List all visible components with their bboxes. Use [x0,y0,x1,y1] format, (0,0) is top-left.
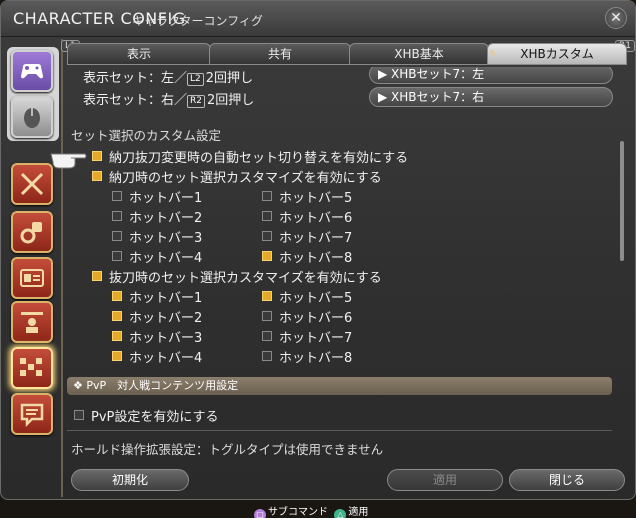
pencil-icon: ✎ [489,49,498,60]
drawn-hotbar-3-checkbox[interactable] [112,331,122,341]
section-divider [67,430,612,431]
mouse-icon[interactable] [11,96,53,138]
pvp-enable-checkbox[interactable] [74,410,84,420]
tab-xhb-custom[interactable]: XHBカスタム [487,43,627,65]
drawn-hotbar-6-checkbox[interactable] [262,311,272,321]
sheathed-hotbar-8-label: ホットバー8 [279,251,353,266]
display-set-left-label: 表示セット：左／ L2 2回押し [83,67,253,86]
tab-bar: 表示 共有 XHB基本 XHBカスタム [67,43,635,65]
display-set-left-select[interactable]: ▶ XHBセット7：左 [369,67,613,84]
square-button-icon: □ [254,509,266,518]
sheathed-hotbar-2-label: ホットバー2 [129,211,203,226]
drawn-hotbar-2-checkbox[interactable] [112,311,122,321]
sheathed-custom-label: 納刀時のセット選択カスタマイズを有効にする [109,171,382,186]
sheathed-hotbar-7-label: ホットバー7 [279,231,353,246]
close-button[interactable]: 閉じる [509,469,625,491]
drawn-hotbar-3-label: ホットバー3 [129,331,203,346]
auto-switch-checkbox[interactable] [92,151,102,161]
display-set-left-suffix: 2回押し [205,71,254,86]
display-set-right-label: 表示セット：右／ R2 2回押し [83,89,254,108]
tab-display[interactable]: 表示 [67,43,211,65]
pointing-hand-icon [50,153,87,169]
scrollbar[interactable] [620,141,624,261]
sheathed-hotbar-8-checkbox[interactable] [262,251,272,261]
hint-apply: 適用 [348,507,369,518]
drawn-custom-label: 抜刀時のセット選択カスタマイズを有効にする [109,271,382,286]
drawn-hotbar-4-checkbox[interactable] [112,351,122,361]
character-config-window: CHARACTER CONFIG キャラクターコンフィグ ✕ 表示 共有 XHB… [0,0,636,500]
sheathed-hotbar-4-label: ホットバー4 [129,251,203,266]
sheathed-hotbar-3-checkbox[interactable] [112,231,122,241]
tab-shared[interactable]: 共有 [209,43,351,65]
sheathed-custom-checkbox[interactable] [92,171,102,181]
crossed-swords-icon[interactable] [11,163,53,205]
l2-button-icon: L2 [187,73,204,86]
custom-settings-heading: セット選択のカスタム設定 [71,128,222,143]
window-subtitle: キャラクターコンフィグ [132,14,263,28]
drawn-hotbar-5-label: ホットバー5 [279,291,353,306]
settings-panel: 表示セット：左／ L2 2回押し ▶ XHBセット7：左 表示セット：右／ R2 2回押… [67,67,621,459]
apply-button[interactable]: 適用 [387,469,503,491]
sheathed-hotbar-5-label: ホットバー5 [279,191,353,206]
drawn-hotbar-4-label: ホットバー4 [129,351,203,366]
diamond-cluster-icon: ❖ [73,379,87,392]
chat-bubble-icon[interactable] [11,393,53,435]
sheathed-hotbar-6-label: ホットバー6 [279,211,353,226]
pvp-section-header: ❖ PvP 対人戦コンテンツ用設定 [67,377,612,395]
auto-switch-label: 納刀抜刀変更時の自動セット切り替えを有効にする [109,151,409,166]
title-bar[interactable]: CHARACTER CONFIG キャラクターコンフィグ ✕ [1,1,635,37]
frame-divider [61,39,63,497]
drawn-hotbar-2-label: ホットバー2 [129,311,203,326]
triangle-button-icon: △ [334,509,347,518]
drawn-custom-checkbox[interactable] [92,271,102,281]
gear-bag-icon[interactable] [11,211,53,253]
close-icon[interactable]: ✕ [605,7,627,29]
gamepad-icon[interactable] [11,50,53,92]
sheathed-hotbar-5-checkbox[interactable] [262,191,272,201]
hold-note: ホールド操作拡張設定：トグルタイプは使用できません [71,442,384,457]
drawn-hotbar-7-checkbox[interactable] [262,331,272,341]
control-hints: □ サブコマンド △ 適用 [254,503,368,518]
drawn-hotbar-1-checkbox[interactable] [112,291,122,301]
drawn-hotbar-8-checkbox[interactable] [262,351,272,361]
drawn-hotbar-8-label: ホットバー8 [279,351,353,366]
drawn-hotbar-6-label: ホットバー6 [279,311,353,326]
sheathed-hotbar-2-checkbox[interactable] [112,211,122,221]
display-set-left-prefix: 表示セット：左／ [83,71,188,86]
drawn-hotbar-7-label: ホットバー7 [279,331,353,346]
display-set-right-select[interactable]: ▶ XHBセット7：右 [369,87,613,107]
reset-button[interactable]: 初期化 [71,469,189,491]
sheathed-hotbar-1-label: ホットバー1 [129,191,203,206]
drawn-hotbar-5-checkbox[interactable] [262,291,272,301]
hotbar-icon[interactable] [11,347,53,389]
sheathed-hotbar-1-checkbox[interactable] [112,191,122,201]
sheathed-hotbar-4-checkbox[interactable] [112,251,122,261]
character-plaque-icon[interactable] [11,301,53,343]
hint-sub-command: サブコマンド [268,507,328,518]
sidebar [7,41,59,491]
r2-button-icon: R2 [187,95,205,108]
sheathed-hotbar-3-label: ホットバー3 [129,231,203,246]
display-set-right-prefix: 表示セット：右／ [83,93,188,108]
tab-xhb-basic[interactable]: XHB基本 [349,43,489,65]
sheathed-hotbar-7-checkbox[interactable] [262,231,272,241]
id-card-icon[interactable] [11,257,53,299]
pvp-enable-label: PvP設定を有効にする [91,410,219,425]
pvp-header-label: PvP 対人戦コンテンツ用設定 [86,379,239,392]
sheathed-hotbar-6-checkbox[interactable] [262,211,272,221]
drawn-hotbar-1-label: ホットバー1 [129,291,203,306]
display-set-right-suffix: 2回押し [207,93,255,108]
